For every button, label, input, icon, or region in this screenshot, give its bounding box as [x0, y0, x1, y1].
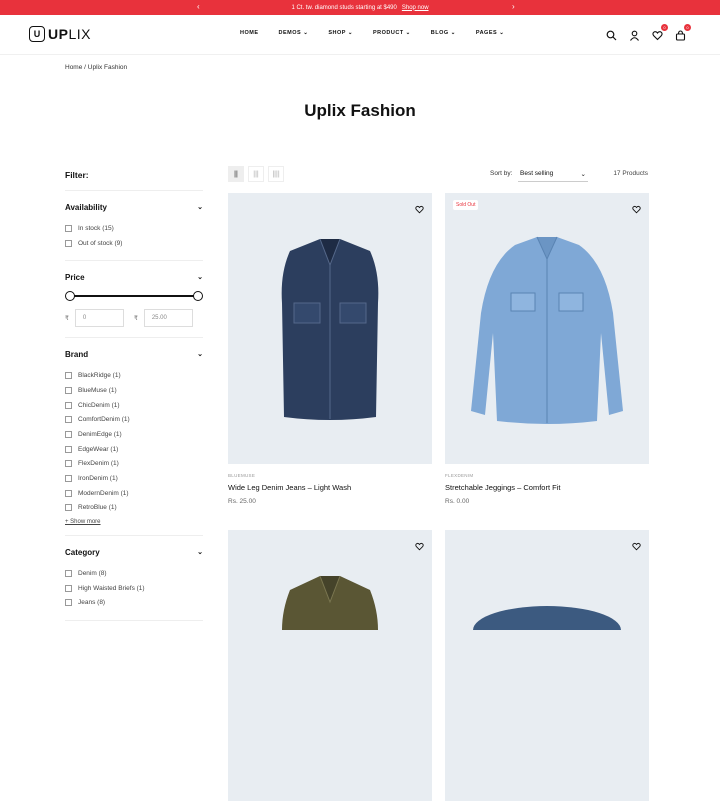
- price-max-input[interactable]: 25.00: [143, 309, 193, 328]
- page-title: Uplix Fashion: [304, 101, 416, 120]
- product-card[interactable]: Sold Out: [445, 193, 649, 464]
- category-section: Category ⌄ Denim (8) High Waisted Briefs …: [65, 536, 203, 622]
- sold-out-badge: Sold Out: [453, 200, 479, 210]
- nav-blog[interactable]: BLOG ⌄: [431, 30, 456, 36]
- shop-now-link[interactable]: Shop now: [402, 5, 429, 11]
- product-price: Rs. 25.00: [228, 498, 256, 505]
- product-count: 17 Products: [613, 170, 648, 177]
- brand-header[interactable]: Brand ⌄: [65, 350, 203, 359]
- price-min-input[interactable]: 0: [74, 309, 124, 328]
- product-image[interactable]: [228, 530, 432, 630]
- filter-option[interactable]: Out of stock (9): [65, 236, 203, 251]
- account-icon[interactable]: [629, 28, 640, 41]
- filter-option[interactable]: ModernDenim (1): [65, 486, 203, 501]
- filter-option[interactable]: FlexDenim (1): [65, 457, 203, 472]
- header-icons: 0 0: [594, 24, 691, 41]
- nav-home[interactable]: HOME: [240, 30, 259, 36]
- filter-option[interactable]: RetroBlue (1): [65, 501, 203, 516]
- wishlist-badge: 0: [661, 24, 668, 31]
- cart-icon[interactable]: 0: [675, 24, 691, 41]
- chevron-down-icon: ⌄: [580, 171, 586, 178]
- product-image[interactable]: [445, 193, 649, 464]
- product-card[interactable]: [445, 530, 649, 801]
- search-icon[interactable]: [606, 28, 617, 41]
- product-card[interactable]: [228, 193, 432, 464]
- brand-section: Brand ⌄ BlackRidge (1) BlueMuse (1) ChicD…: [65, 338, 203, 537]
- chevron-down-icon: ⌄: [197, 274, 203, 282]
- filter-option[interactable]: IronDenim (1): [65, 471, 203, 486]
- sort-select[interactable]: Best selling ⌄: [518, 166, 588, 182]
- product-name[interactable]: Stretchable Jeggings – Comfort Fit: [445, 483, 649, 492]
- main-nav: HOME DEMOS ⌄ SHOP ⌄ PRODUCT ⌄ BLOG ⌄ PAG…: [240, 30, 524, 36]
- filter-option[interactable]: ComfortDenim (1): [65, 412, 203, 427]
- product-image[interactable]: [228, 193, 432, 464]
- price-slider[interactable]: [65, 291, 203, 302]
- chevron-right-icon[interactable]: ›: [512, 2, 515, 11]
- filter-option[interactable]: ChicDenim (1): [65, 398, 203, 413]
- sort-label: Sort by:: [490, 170, 513, 177]
- wishlist-icon[interactable]: 0: [652, 24, 668, 41]
- announcement-text: 1 Ct. tw. diamond studs starting at $490: [291, 4, 397, 11]
- grid-4-view-button[interactable]: ||||: [268, 166, 284, 182]
- chevron-down-icon: ⌄: [197, 351, 203, 359]
- filter-sidebar: Filter: Availability ⌄ In stock (15) Out …: [65, 170, 203, 622]
- wishlist-icon[interactable]: [415, 201, 424, 214]
- product-price: Rs. 0.00: [445, 498, 470, 505]
- nav-demos[interactable]: DEMOS ⌄: [279, 30, 309, 36]
- availability-header[interactable]: Availability ⌄: [65, 203, 203, 212]
- product-info: FLEXDENIM Stretchable Jeggings – Comfort…: [445, 473, 649, 505]
- site-header: U UPLIX HOME DEMOS ⌄ SHOP ⌄ PRODUCT ⌄ BL…: [0, 15, 720, 55]
- filter-option[interactable]: EdgeWear (1): [65, 442, 203, 457]
- slider-min-handle[interactable]: [65, 291, 75, 302]
- show-more-link[interactable]: + Show more: [65, 519, 203, 525]
- filter-option[interactable]: DenimEdge (1): [65, 427, 203, 442]
- chevron-left-icon[interactable]: ‹: [197, 2, 200, 11]
- product-brand: BLUEMUSE: [228, 473, 256, 478]
- price-header[interactable]: Price ⌄: [65, 273, 203, 282]
- cart-badge: 0: [684, 24, 691, 31]
- price-section: Price ⌄ ₹ 0 ₹ 25.00: [65, 261, 203, 339]
- filter-option[interactable]: Jeans (8): [65, 596, 203, 611]
- logo[interactable]: U UPLIX: [29, 26, 91, 42]
- product-name[interactable]: Wide Leg Denim Jeans – Light Wash: [228, 483, 432, 492]
- filter-option[interactable]: Denim (8): [65, 566, 203, 581]
- product-toolbar: || ||| |||| Sort by: Best selling ⌄ 17 Pr…: [228, 166, 648, 182]
- wishlist-icon[interactable]: [415, 538, 424, 551]
- breadcrumb[interactable]: Home / Uplix Fashion: [65, 64, 127, 71]
- grid-3-view-button[interactable]: |||: [248, 166, 264, 182]
- slider-max-handle[interactable]: [193, 291, 203, 302]
- chevron-down-icon: ⌄: [197, 549, 203, 557]
- filter-option[interactable]: In stock (15): [65, 221, 203, 236]
- product-info: BLUEMUSE Wide Leg Denim Jeans – Light Wa…: [228, 473, 432, 505]
- category-header[interactable]: Category ⌄: [65, 548, 203, 557]
- grid-2-view-button[interactable]: ||: [228, 166, 244, 182]
- filter-option[interactable]: BlackRidge (1): [65, 368, 203, 383]
- nav-pages[interactable]: PAGES ⌄: [476, 30, 505, 36]
- logo-text: UPLIX: [48, 26, 91, 42]
- product-brand: FLEXDENIM: [445, 473, 474, 478]
- checkbox: [65, 239, 72, 247]
- logo-mark: U: [29, 26, 45, 42]
- chevron-down-icon: ⌄: [197, 204, 203, 211]
- currency-symbol: ₹: [134, 315, 138, 322]
- product-card[interactable]: [228, 530, 432, 801]
- currency-symbol: ₹: [65, 315, 69, 322]
- wishlist-icon[interactable]: [632, 201, 641, 214]
- announcement-bar: ‹ 1 Ct. tw. diamond studs starting at $4…: [0, 0, 720, 15]
- filter-heading: Filter:: [65, 170, 203, 191]
- checkbox: [65, 224, 72, 232]
- slider-track: [69, 295, 199, 298]
- nav-product[interactable]: PRODUCT ⌄: [373, 30, 411, 36]
- nav-shop[interactable]: SHOP ⌄: [328, 30, 353, 36]
- wishlist-icon[interactable]: [632, 538, 641, 551]
- availability-section: Availability ⌄ In stock (15) Out of stock…: [65, 191, 203, 262]
- product-image[interactable]: [445, 530, 649, 654]
- filter-option[interactable]: BlueMuse (1): [65, 383, 203, 398]
- filter-option[interactable]: High Waisted Briefs (1): [65, 581, 203, 596]
